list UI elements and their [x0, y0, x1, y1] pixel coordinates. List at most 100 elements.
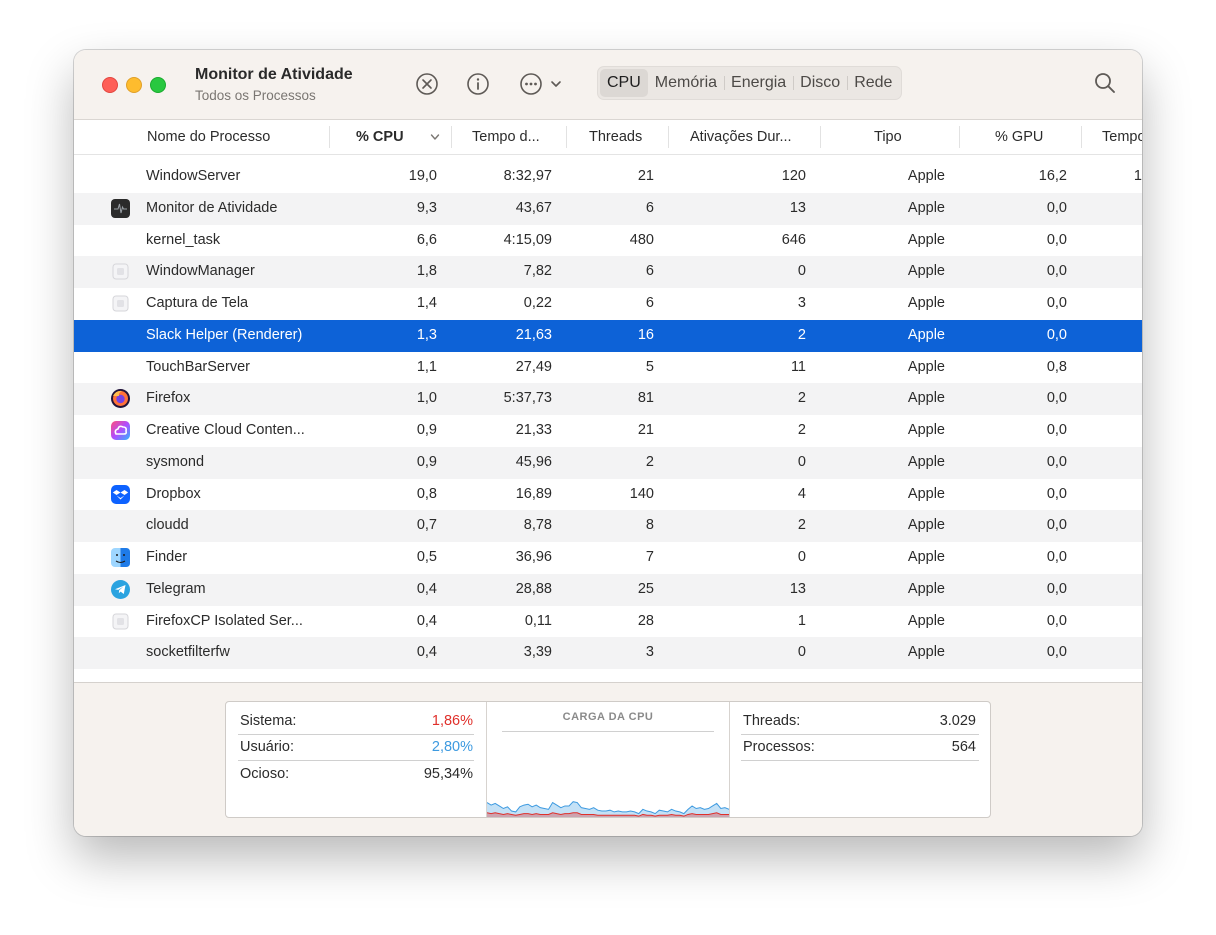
- info-icon[interactable]: [466, 72, 490, 96]
- table-row[interactable]: Captura de Tela 1,4 0,22 6 3 Apple 0,0: [74, 288, 1142, 320]
- idle-wakeups: 2: [797, 390, 806, 407]
- column-header-process-name[interactable]: Nome do Processo: [147, 120, 327, 154]
- gpu-percent: 0,0: [1046, 580, 1067, 597]
- table-row[interactable]: TouchBarServer 1,1 27,49 5 11 Apple 0,8: [74, 352, 1142, 384]
- thread-count: 28: [637, 612, 654, 629]
- table-row[interactable]: Slack Helper (Renderer) 1,3 21,63 16 2 Apple 0…: [74, 319, 1142, 352]
- table-row[interactable]: Firefox 1,0 5:37,73 81 2 Apple 0,0: [74, 383, 1142, 415]
- process-name: Captura de Tela: [146, 295, 249, 311]
- thread-count: 3: [645, 644, 654, 661]
- gpu-percent: 0,0: [1046, 326, 1067, 343]
- cpu-percent: 0,4: [416, 644, 437, 661]
- cpu-percent: 0,9: [416, 422, 437, 438]
- column-header-cpu[interactable]: % CPU: [356, 120, 436, 154]
- cpu-percent: 1,4: [416, 295, 437, 311]
- process-name: WindowServer: [146, 168, 241, 184]
- view-segmented-control: CPU Memória Energia Disco Rede: [597, 66, 903, 100]
- process-kind: Apple: [907, 199, 945, 216]
- thread-count: 5: [645, 358, 654, 375]
- thread-count: 6: [645, 199, 654, 216]
- table-row[interactable]: cloudd 0,7 8,78 8 2 Apple 0,0: [74, 510, 1142, 542]
- cpu-time: 36,96: [515, 549, 552, 565]
- idle-wakeups: 11: [790, 358, 806, 375]
- column-header-threads[interactable]: Threads: [589, 120, 669, 154]
- process-kind: Apple: [907, 612, 945, 629]
- idle-wakeups: 4: [797, 485, 806, 502]
- generic-app-icon: [112, 263, 129, 280]
- user-value: 2,80%: [431, 739, 473, 755]
- idle-wakeups: 0: [797, 549, 806, 565]
- cpu-time: 5:37,73: [503, 390, 552, 407]
- thread-count: 25: [637, 580, 654, 597]
- cpu-percent: 1,8: [416, 263, 437, 280]
- cpu-percent: 1,0: [416, 390, 437, 407]
- activity-monitor-window: Monitor de Atividade Todos os Processos …: [74, 50, 1142, 836]
- gpu-percent: 0,0: [1046, 390, 1067, 407]
- window-subtitle[interactable]: Todos os Processos: [195, 88, 316, 103]
- sort-descending-icon[interactable]: [430, 132, 440, 142]
- tab-cpu[interactable]: CPU: [600, 69, 648, 97]
- cpu-percent: 0,4: [416, 580, 437, 597]
- table-row[interactable]: FirefoxCP Isolated Ser... 0,4 0,11 28 1 Apple…: [74, 606, 1142, 638]
- cpu-time: 8,78: [523, 517, 552, 534]
- gpu-percent: 0,0: [1046, 517, 1067, 534]
- gpu-percent: 0,0: [1046, 485, 1067, 502]
- idle-wakeups: 0: [797, 644, 806, 661]
- cpu-time: 16,89: [515, 485, 552, 502]
- gpu-percent: 0,0: [1046, 644, 1067, 661]
- tab-energy[interactable]: Energia: [724, 69, 793, 97]
- generic-app-icon: [112, 613, 129, 629]
- cpu-percent: 19,0: [408, 168, 437, 184]
- table-row[interactable]: WindowServer 19,0 8:32,97 21 120 Apple 16,2 1: [74, 161, 1142, 193]
- table-row[interactable]: Dropbox 0,8 16,89 140 4 Apple 0,0: [74, 479, 1142, 511]
- system-label: Sistema:: [240, 713, 297, 729]
- table-row[interactable]: WindowManager 1,8 7,82 6 0 Apple 0,0: [74, 256, 1142, 288]
- processes-value: 564: [951, 739, 976, 755]
- process-kind: Apple: [907, 263, 945, 280]
- cpu-summary-panel: Sistema: 1,86% Usuário: 2,80% Ocioso: 95…: [74, 682, 1142, 836]
- process-name: sysmond: [146, 453, 205, 470]
- table-row[interactable]: socketfilterfw 0,4 3,39 3 0 Apple 0,0: [74, 637, 1142, 669]
- column-header-gpu-time[interactable]: Tempo: [1102, 120, 1142, 154]
- idle-wakeups: 13: [789, 199, 806, 216]
- column-header-idle-wakeups[interactable]: Ativações Dur...: [690, 120, 810, 154]
- tab-memory[interactable]: Memória: [648, 69, 724, 97]
- table-row[interactable]: Monitor de Atividade 9,3 43,67 6 13 Apple 0,0: [74, 192, 1142, 225]
- tab-disk[interactable]: Disco: [793, 69, 847, 97]
- column-header-gpu[interactable]: % GPU: [995, 120, 1055, 154]
- toolbar: Monitor de Atividade Todos os Processos …: [74, 50, 1142, 120]
- idle-value: 95,34%: [423, 766, 473, 782]
- cpu-percent: 0,4: [416, 612, 437, 629]
- idle-wakeups: 1: [797, 612, 806, 629]
- process-name: WindowManager: [146, 263, 255, 280]
- search-icon[interactable]: [1093, 71, 1117, 95]
- zoom-window-button[interactable]: [150, 77, 166, 93]
- tab-network[interactable]: Rede: [847, 69, 899, 97]
- table-row[interactable]: sysmond 0,9 45,96 2 0 Apple 0,0: [74, 446, 1142, 479]
- cpu-time: 28,88: [515, 580, 552, 597]
- cpu-load-title: CARGA DA CPU: [562, 711, 654, 723]
- process-kind: Apple: [907, 390, 945, 407]
- table-row[interactable]: Finder 0,5 36,96 7 0 Apple 0,0: [74, 542, 1142, 574]
- cpu-load-graph: [487, 801, 729, 817]
- process-name: TouchBarServer: [146, 358, 250, 375]
- table-row[interactable]: Telegram 0,4 28,88 25 13 Apple 0,0: [74, 573, 1142, 606]
- chevron-down-icon[interactable]: [550, 78, 562, 90]
- table-row[interactable]: kernel_task 6,6 4:15,09 480 646 Apple 0,0: [74, 225, 1142, 257]
- column-header-kind[interactable]: Tipo: [874, 120, 934, 154]
- idle-wakeups: 120: [781, 168, 806, 184]
- column-header-cpu-time[interactable]: Tempo d...: [472, 120, 562, 154]
- process-name: kernel_task: [146, 231, 221, 248]
- cpu-time: 3,39: [523, 644, 552, 661]
- process-table: WindowServer 19,0 8:32,97 21 120 Apple 16,2 1 Mo…: [74, 161, 1142, 682]
- more-options-icon[interactable]: [519, 72, 543, 96]
- cpu-time: 0,22: [523, 295, 552, 311]
- stop-process-icon[interactable]: [415, 72, 439, 96]
- system-value: 1,86%: [431, 713, 473, 729]
- table-row[interactable]: Creative Cloud Conten... 0,9 21,33 21 2 Apple…: [74, 415, 1142, 447]
- process-kind: Apple: [907, 485, 945, 502]
- cpu-time: 45,96: [515, 453, 552, 470]
- close-window-button[interactable]: [102, 77, 118, 93]
- minimize-window-button[interactable]: [126, 77, 142, 93]
- cpu-time: 21,33: [515, 422, 552, 438]
